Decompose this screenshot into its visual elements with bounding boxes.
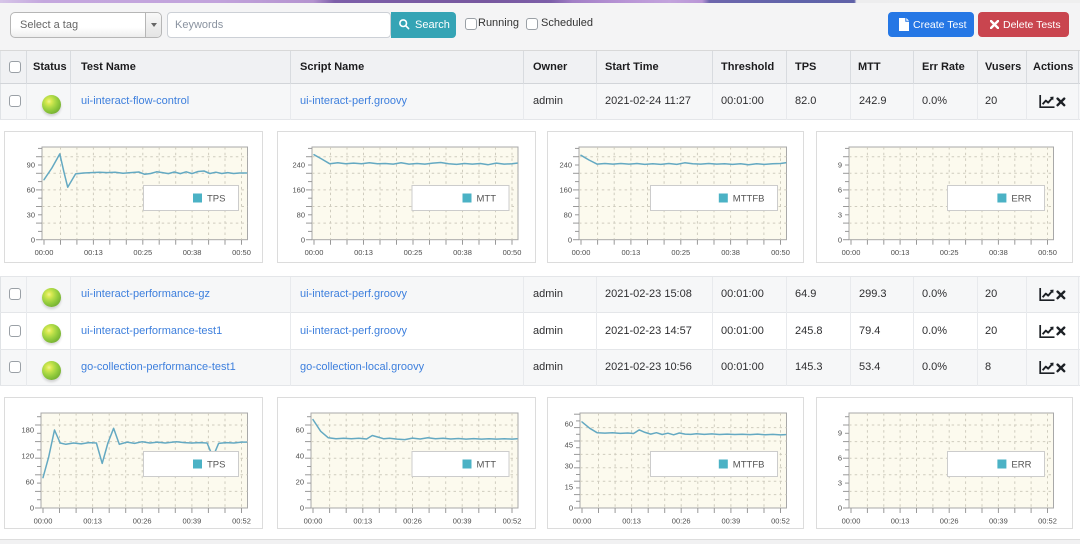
svg-text:30: 30 <box>27 210 35 219</box>
svg-text:60: 60 <box>296 426 304 435</box>
svg-text:40: 40 <box>296 452 304 461</box>
svg-text:ERR: ERR <box>1011 194 1031 205</box>
svg-text:00:00: 00:00 <box>304 517 323 526</box>
svg-text:00:13: 00:13 <box>354 248 373 257</box>
svg-text:00:25: 00:25 <box>133 248 152 257</box>
svg-text:180: 180 <box>21 426 34 435</box>
svg-text:160: 160 <box>292 185 305 194</box>
svg-text:00:26: 00:26 <box>133 517 152 526</box>
svg-text:MTTFB: MTTFB <box>733 460 765 471</box>
svg-text:30: 30 <box>565 462 573 471</box>
svg-text:6: 6 <box>838 454 842 463</box>
svg-text:20: 20 <box>296 478 304 487</box>
svg-text:240: 240 <box>292 160 305 169</box>
svg-text:0: 0 <box>31 235 35 244</box>
svg-text:MTT: MTT <box>477 194 497 205</box>
svg-text:00:13: 00:13 <box>622 248 641 257</box>
svg-text:60: 60 <box>565 420 573 429</box>
svg-text:00:39: 00:39 <box>453 517 472 526</box>
svg-text:3: 3 <box>838 210 842 219</box>
svg-text:00:52: 00:52 <box>232 517 251 526</box>
svg-text:00:13: 00:13 <box>622 517 641 526</box>
svg-text:00:13: 00:13 <box>353 517 372 526</box>
svg-text:0: 0 <box>838 504 842 513</box>
svg-text:00:00: 00:00 <box>572 248 591 257</box>
svg-text:00:13: 00:13 <box>83 517 102 526</box>
svg-text:00:38: 00:38 <box>183 248 202 257</box>
svg-text:00:26: 00:26 <box>403 517 422 526</box>
svg-text:00:25: 00:25 <box>940 248 959 257</box>
svg-text:00:39: 00:39 <box>722 517 741 526</box>
svg-text:00:52: 00:52 <box>1038 517 1057 526</box>
svg-text:00:13: 00:13 <box>891 248 910 257</box>
svg-text:00:38: 00:38 <box>989 248 1008 257</box>
svg-text:00:13: 00:13 <box>891 517 910 526</box>
svg-text:00:52: 00:52 <box>503 517 522 526</box>
svg-text:00:39: 00:39 <box>183 517 202 526</box>
svg-text:MTTFB: MTTFB <box>733 194 765 205</box>
svg-text:00:50: 00:50 <box>503 248 522 257</box>
svg-text:0: 0 <box>30 504 34 513</box>
svg-text:60: 60 <box>26 478 34 487</box>
svg-text:80: 80 <box>564 210 572 219</box>
svg-text:00:26: 00:26 <box>940 517 959 526</box>
svg-text:00:00: 00:00 <box>842 248 861 257</box>
svg-text:00:52: 00:52 <box>771 517 790 526</box>
svg-text:0: 0 <box>568 235 572 244</box>
svg-text:9: 9 <box>838 160 842 169</box>
svg-text:0: 0 <box>569 504 573 513</box>
svg-text:00:00: 00:00 <box>842 517 861 526</box>
svg-text:MTT: MTT <box>477 460 497 471</box>
svg-text:00:26: 00:26 <box>672 517 691 526</box>
svg-text:90: 90 <box>27 160 35 169</box>
svg-text:00:00: 00:00 <box>305 248 324 257</box>
svg-text:45: 45 <box>565 441 573 450</box>
svg-text:ERR: ERR <box>1011 460 1031 471</box>
svg-text:3: 3 <box>838 479 842 488</box>
svg-text:00:50: 00:50 <box>771 248 790 257</box>
svg-text:00:38: 00:38 <box>721 248 740 257</box>
svg-text:TPS: TPS <box>207 194 225 205</box>
svg-text:00:50: 00:50 <box>232 248 251 257</box>
svg-text:00:50: 00:50 <box>1038 248 1057 257</box>
svg-text:00:00: 00:00 <box>573 517 592 526</box>
svg-text:6: 6 <box>838 185 842 194</box>
svg-text:0: 0 <box>301 235 305 244</box>
svg-text:60: 60 <box>27 185 35 194</box>
svg-text:0: 0 <box>838 235 842 244</box>
svg-text:80: 80 <box>297 210 305 219</box>
svg-text:TPS: TPS <box>207 460 225 471</box>
svg-text:00:25: 00:25 <box>671 248 690 257</box>
svg-text:240: 240 <box>559 160 572 169</box>
svg-text:120: 120 <box>21 452 34 461</box>
svg-text:0: 0 <box>300 504 304 513</box>
svg-text:00:39: 00:39 <box>989 517 1008 526</box>
svg-text:00:38: 00:38 <box>453 248 472 257</box>
svg-text:00:25: 00:25 <box>404 248 423 257</box>
svg-text:160: 160 <box>559 185 572 194</box>
svg-text:00:13: 00:13 <box>84 248 103 257</box>
svg-text:00:00: 00:00 <box>34 517 53 526</box>
svg-text:9: 9 <box>838 429 842 438</box>
svg-text:15: 15 <box>565 483 573 492</box>
svg-text:00:00: 00:00 <box>35 248 54 257</box>
